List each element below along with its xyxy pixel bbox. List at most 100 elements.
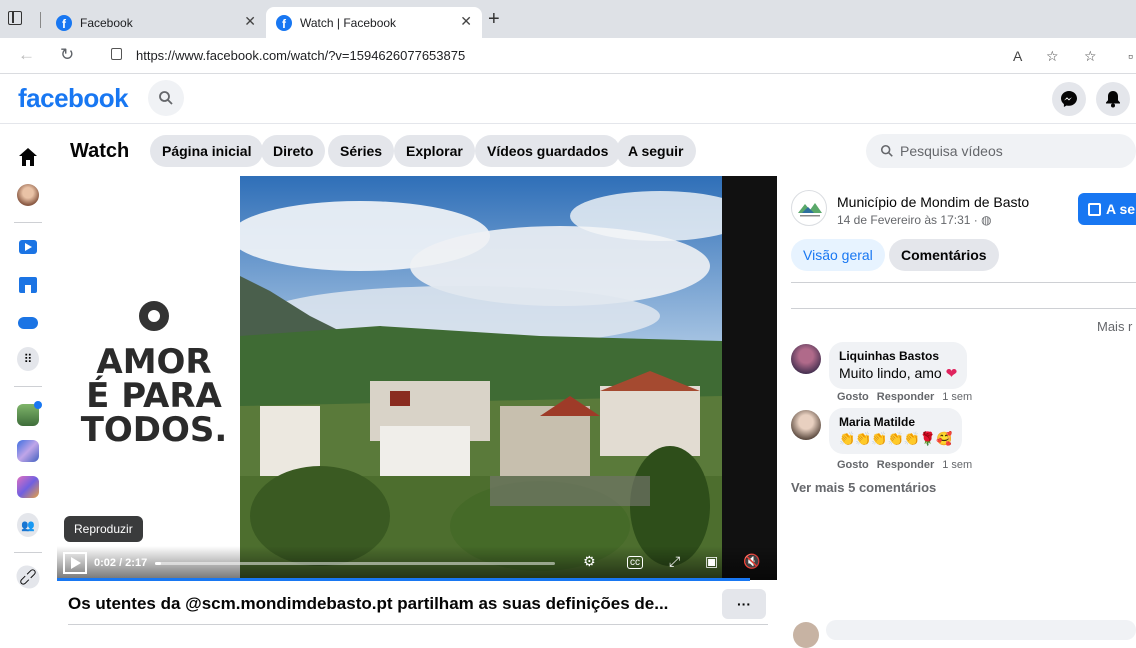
search-placeholder: Pesquisa vídeos [900, 143, 1003, 159]
comment-input[interactable] [826, 620, 1136, 640]
comment-text: 👏👏👏👏👏🌹🥰 [839, 431, 953, 446]
lock-icon[interactable] [111, 48, 122, 60]
overlay-line: TODOS. [80, 410, 228, 450]
facebook-header: facebook [0, 74, 1136, 124]
play-tooltip: Reproduzir [64, 516, 143, 542]
captions-icon[interactable]: cc [627, 556, 643, 569]
video-bottom-bar [57, 578, 750, 581]
menu-grid-icon[interactable]: ⠿ [17, 347, 39, 371]
page-avatar[interactable] [791, 190, 827, 226]
favorites-icon[interactable]: ☆ [1084, 48, 1097, 65]
comment-actions: Gosto Responder 1 sem [837, 391, 972, 403]
tab-saved-videos[interactable]: Vídeos guardados [475, 135, 621, 167]
close-tab-icon[interactable]: ✕ [244, 13, 256, 30]
shortcut-group-2-icon[interactable] [17, 440, 39, 462]
picture-in-picture-icon[interactable]: ▣ [705, 553, 718, 570]
follow-button[interactable]: A se [1078, 193, 1136, 225]
browser-tab-facebook[interactable]: f Facebook ✕ [46, 7, 266, 38]
letterbox-right [722, 176, 777, 580]
tab-actions-icon[interactable] [8, 11, 22, 25]
browser-tab-watch[interactable]: f Watch | Facebook ✕ [266, 7, 482, 38]
watch-title[interactable]: Watch [70, 140, 129, 163]
settings-gear-icon[interactable]: ⚙ [583, 553, 596, 570]
like-comment-button[interactable]: Gosto [837, 391, 869, 403]
post-date[interactable]: 14 de Fevereiro às 17:31 · ◍ [837, 213, 992, 227]
profile-avatar-icon[interactable] [17, 184, 39, 206]
progress-fill [155, 562, 161, 565]
shortcut-group-1-icon[interactable] [17, 401, 42, 426]
title-divider [68, 624, 768, 625]
home-icon[interactable] [17, 146, 39, 168]
sort-comments-button[interactable]: Mais r [1097, 319, 1132, 334]
new-tab-icon[interactable]: + [488, 8, 500, 31]
reply-comment-button[interactable]: Responder [877, 391, 934, 403]
browser-tab-strip: f Facebook ✕ f Watch | Facebook ✕ + [0, 0, 1136, 38]
progress-bar[interactable] [155, 562, 555, 565]
video-title[interactable]: Os utentes da @scm.mondimdebasto.pt part… [68, 594, 668, 614]
post-date-text: 14 de Fevereiro às 17:31 · [837, 213, 982, 227]
video-search-input[interactable]: Pesquisa vídeos [866, 134, 1136, 168]
comment-author[interactable]: Liquinhas Bastos [839, 349, 957, 363]
search-icon [880, 144, 893, 157]
url-text[interactable]: https://www.facebook.com/watch/?v=159462… [136, 48, 465, 63]
left-sidebar: ⠿ 👥 ⊂⊃ [0, 124, 56, 628]
fullscreen-icon[interactable]: ⤢ [669, 553, 680, 570]
overlay-line: É PARA [86, 376, 222, 416]
mute-icon[interactable]: 🔇 [743, 553, 760, 570]
video-time: 0:02 / 2:17 [94, 557, 148, 569]
commenter-avatar[interactable] [791, 410, 821, 440]
watch-tv-icon[interactable] [17, 236, 39, 258]
read-aloud-icon[interactable]: A [1013, 48, 1022, 64]
gaming-icon[interactable] [17, 312, 39, 334]
video-frame [240, 176, 722, 580]
tab-explore[interactable]: Explorar [394, 135, 475, 167]
reply-comment-button[interactable]: Responder [877, 459, 934, 471]
facebook-logo[interactable]: facebook [18, 83, 129, 114]
comment-age[interactable]: 1 sem [942, 459, 972, 471]
follow-label: A se [1106, 201, 1136, 217]
follow-check-icon [1088, 202, 1101, 216]
close-tab-icon[interactable]: ✕ [460, 13, 472, 30]
tab-home[interactable]: Página inicial [150, 135, 264, 167]
video-controls: 0:02 / 2:17 ⚙ cc ⤢ ▣ 🔇 [57, 546, 777, 580]
tab-series[interactable]: Séries [328, 135, 395, 167]
page-name[interactable]: Município de Mondim de Basto [837, 194, 1029, 210]
back-arrow-icon[interactable]: ← [18, 45, 35, 65]
shortcut-group-3-icon[interactable] [17, 476, 39, 498]
search-icon[interactable] [148, 80, 184, 116]
notifications-bell-icon[interactable] [1096, 82, 1130, 116]
sidebar-divider [14, 386, 42, 387]
favorite-add-icon[interactable]: ☆ [1046, 48, 1059, 65]
tab-label: Watch | Facebook [300, 15, 397, 30]
overlay-circle [139, 301, 169, 331]
tab-following[interactable]: A seguir [616, 135, 696, 167]
more-options-button[interactable]: ··· [722, 589, 766, 619]
tab-live[interactable]: Direto [261, 135, 326, 167]
browser-address-bar: ← ↻ https://www.facebook.com/watch/?v=15… [0, 38, 1136, 74]
overlay-line: AMOR [96, 342, 212, 382]
comment-text-content: Muito lindo, amo [839, 365, 946, 381]
messenger-icon[interactable] [1052, 82, 1086, 116]
commenter-avatar[interactable] [791, 344, 821, 374]
video-overlay-text: AMOR É PARA TODOS. [69, 301, 239, 447]
comment-author[interactable]: Maria Matilde [839, 415, 952, 429]
sidebar-divider [14, 222, 42, 223]
comment-text: Muito lindo, amo ❤ [839, 365, 957, 382]
globe-icon: ◍ [981, 213, 992, 227]
view-more-comments-link[interactable]: Ver mais 5 comentários [791, 480, 936, 495]
comment-age[interactable]: 1 sem [942, 391, 972, 403]
tab-overview[interactable]: Visão geral [791, 239, 885, 271]
marketplace-icon[interactable] [17, 274, 39, 296]
groups-icon[interactable]: 👥 [17, 513, 39, 537]
tab-label: Facebook [80, 15, 133, 30]
comment-bubble: Liquinhas Bastos Muito lindo, amo ❤ [829, 342, 968, 389]
facebook-favicon-icon: f [56, 14, 72, 31]
video-player[interactable]: AMOR É PARA TODOS. 0:02 / 2:17 ⚙ cc ⤢ ▣ … [57, 176, 777, 580]
refresh-icon[interactable]: ↻ [60, 45, 74, 65]
link-icon[interactable]: ⊂⊃ [11, 560, 45, 594]
play-button[interactable] [63, 552, 87, 574]
comment-actions: Gosto Responder 1 sem [837, 459, 972, 471]
like-comment-button[interactable]: Gosto [837, 459, 869, 471]
tab-comments[interactable]: Comentários [889, 239, 999, 271]
collections-icon[interactable]: ▫ [1128, 48, 1133, 64]
